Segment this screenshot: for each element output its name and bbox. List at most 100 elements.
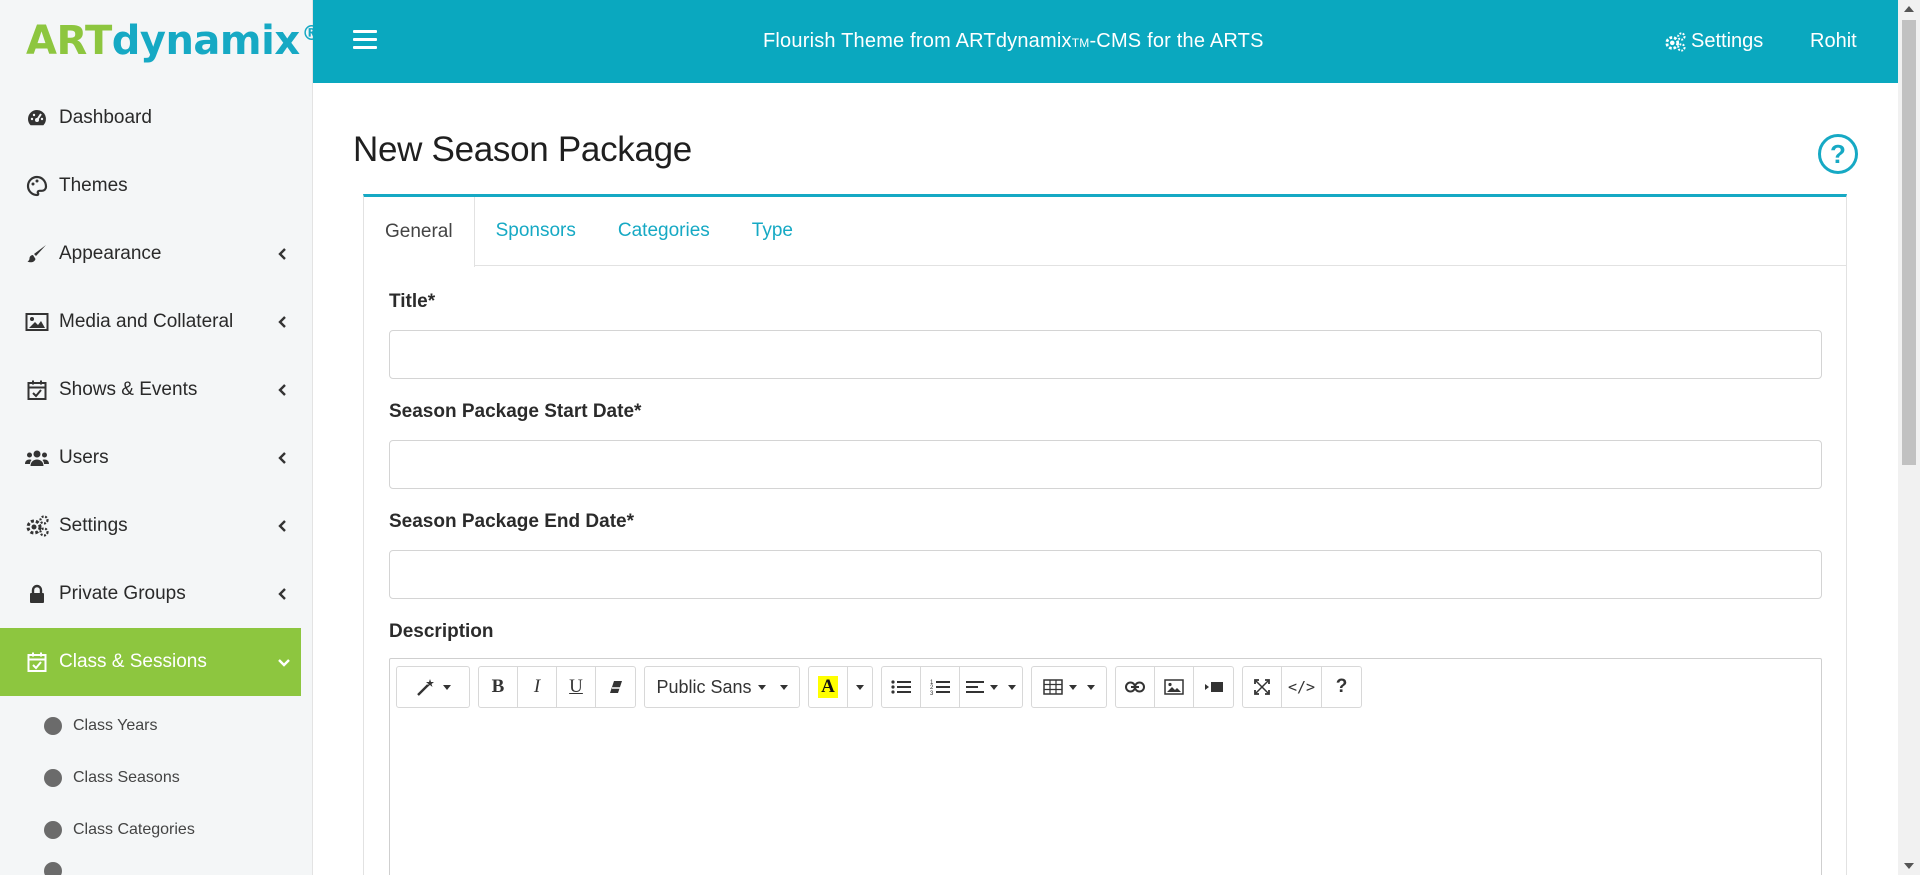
sidebar-item-class-sessions[interactable]: Class & Sessions	[0, 628, 301, 696]
chevron-left-icon	[278, 588, 286, 600]
sidebar-subitem-label: Class Seasons	[73, 769, 180, 786]
magic-wand-icon	[417, 679, 434, 696]
code-view-button[interactable]: </>	[1282, 667, 1323, 707]
page-scrollbar[interactable]	[1898, 0, 1920, 875]
sidebar-item-label: Appearance	[59, 243, 162, 264]
description-editor[interactable]: B I U Public Sans A 1 2 3 </> ?	[389, 658, 1822, 875]
align-dropdown-button[interactable]	[960, 667, 1022, 707]
top-bar: Flourish Theme from ARTdynamixTM-CMS for…	[313, 0, 1898, 83]
scrollbar-thumb[interactable]	[1902, 20, 1916, 465]
scroll-down-arrow-icon[interactable]	[1904, 863, 1914, 869]
caret-down-icon	[1008, 684, 1016, 690]
sidebar-item-shows-events[interactable]: Shows & Events	[0, 356, 312, 424]
logo-text-art: ART	[26, 18, 112, 64]
sidebar-subitem-partial	[0, 856, 312, 875]
sidebar-subitem-class-seasons[interactable]: Class Seasons	[0, 752, 312, 804]
site-title: Flourish Theme from ARTdynamixTM-CMS for…	[763, 0, 1264, 83]
form-card: General Sponsors Categories Type Title* …	[363, 194, 1847, 875]
sidebar-item-label: Media and Collateral	[59, 311, 234, 332]
text-color-button[interactable]: A	[809, 667, 848, 707]
sidebar-item-appearance[interactable]: Appearance	[0, 220, 312, 288]
top-settings-label: Settings	[1691, 30, 1764, 52]
sidebar-item-settings[interactable]: Settings	[0, 492, 312, 560]
bold-button[interactable]: B	[479, 667, 518, 707]
insert-group	[1115, 666, 1234, 708]
insert-image-button[interactable]	[1155, 667, 1194, 707]
font-family-dropdown[interactable]: Public Sans	[645, 667, 799, 707]
sidebar-subitem-label: Class Categories	[73, 821, 195, 838]
editor-help-button[interactable]: ?	[1322, 667, 1361, 707]
image-icon	[1164, 679, 1184, 695]
tab-categories[interactable]: Categories	[597, 197, 731, 265]
color-group: A	[808, 666, 873, 708]
bullet-icon	[44, 862, 62, 875]
font-family-group: Public Sans	[644, 666, 800, 708]
user-menu[interactable]: Rohit	[1810, 0, 1857, 83]
gears-icon	[1665, 31, 1686, 52]
sidebar-item-dashboard[interactable]: Dashboard	[0, 84, 312, 152]
expand-icon	[1254, 679, 1270, 695]
caret-down-icon	[856, 684, 864, 690]
image-icon	[24, 311, 50, 333]
sidebar-item-media[interactable]: Media and Collateral	[0, 288, 312, 356]
magic-wand-style-button[interactable]	[397, 667, 469, 707]
chevron-left-icon	[278, 384, 286, 396]
color-dropdown-button[interactable]	[848, 667, 872, 707]
bullet-icon	[44, 717, 62, 735]
ordered-list-button[interactable]: 123	[921, 667, 960, 707]
caret-down-icon	[1087, 684, 1095, 690]
chevron-left-icon	[278, 520, 286, 532]
page-title: New Season Package	[353, 130, 692, 169]
end-date-input[interactable]	[389, 550, 1822, 599]
table-insert-button[interactable]	[1032, 667, 1106, 707]
logo-text-dynamix: dynamix	[111, 18, 300, 64]
scroll-up-arrow-icon[interactable]	[1904, 6, 1914, 12]
tab-sponsors[interactable]: Sponsors	[475, 197, 597, 265]
chevron-left-icon	[278, 248, 286, 260]
sidebar-item-private-groups[interactable]: Private Groups	[0, 560, 312, 628]
site-title-rest: -CMS for the ARTS	[1089, 30, 1264, 52]
trademark-mark: TM	[1071, 36, 1090, 50]
calendar-check-icon	[24, 651, 50, 673]
fullscreen-button[interactable]	[1243, 667, 1282, 707]
eraser-button[interactable]	[596, 667, 635, 707]
brand-logo[interactable]: ART dynamix ®	[0, 0, 322, 82]
general-form: Title* Season Package Start Date* Season…	[389, 291, 1823, 875]
sidebar-subitem-class-categories[interactable]: Class Categories	[0, 804, 312, 856]
sidebar-item-label: Dashboard	[59, 107, 152, 128]
paragraph-group: 123	[881, 666, 1023, 708]
font-style-group: B I U	[478, 666, 636, 708]
start-date-input[interactable]	[389, 440, 1822, 489]
caret-down-icon	[779, 684, 788, 690]
sidebar-subitem-class-years[interactable]: Class Years	[0, 700, 312, 752]
title-input[interactable]	[389, 330, 1822, 379]
tab-type[interactable]: Type	[731, 197, 814, 265]
start-date-label: Season Package Start Date*	[389, 401, 642, 422]
sidebar-item-users[interactable]: Users	[0, 424, 312, 492]
bullet-icon	[44, 821, 62, 839]
caret-down-icon	[443, 684, 451, 690]
sidebar-item-label: Class & Sessions	[59, 651, 207, 672]
site-title-main: Flourish Theme from ARTdynamix	[763, 30, 1072, 52]
sidebar-item-label: Private Groups	[59, 583, 186, 604]
insert-video-button[interactable]	[1194, 667, 1233, 707]
sidebar-item-label: Users	[59, 447, 109, 468]
italic-button[interactable]: I	[518, 667, 557, 707]
sidebar: ART dynamix ® Dashboard Themes Appearance …	[0, 0, 322, 875]
table-icon	[1043, 679, 1063, 695]
title-label: Title*	[389, 291, 436, 312]
unordered-list-button[interactable]	[882, 667, 921, 707]
video-icon	[1204, 682, 1223, 692]
hamburger-menu-icon[interactable]	[353, 30, 377, 50]
caret-down-icon	[1069, 684, 1077, 690]
chevron-left-icon	[278, 316, 286, 328]
sidebar-item-label: Settings	[59, 515, 128, 536]
underline-button[interactable]: U	[557, 667, 596, 707]
tab-general[interactable]: General	[364, 197, 475, 267]
top-settings-link[interactable]: Settings	[1663, 0, 1763, 83]
sidebar-item-themes[interactable]: Themes	[0, 152, 312, 220]
insert-link-button[interactable]	[1116, 667, 1155, 707]
font-family-value: Public Sans	[656, 676, 752, 697]
help-icon[interactable]: ?	[1818, 134, 1858, 174]
link-icon	[1125, 681, 1145, 693]
